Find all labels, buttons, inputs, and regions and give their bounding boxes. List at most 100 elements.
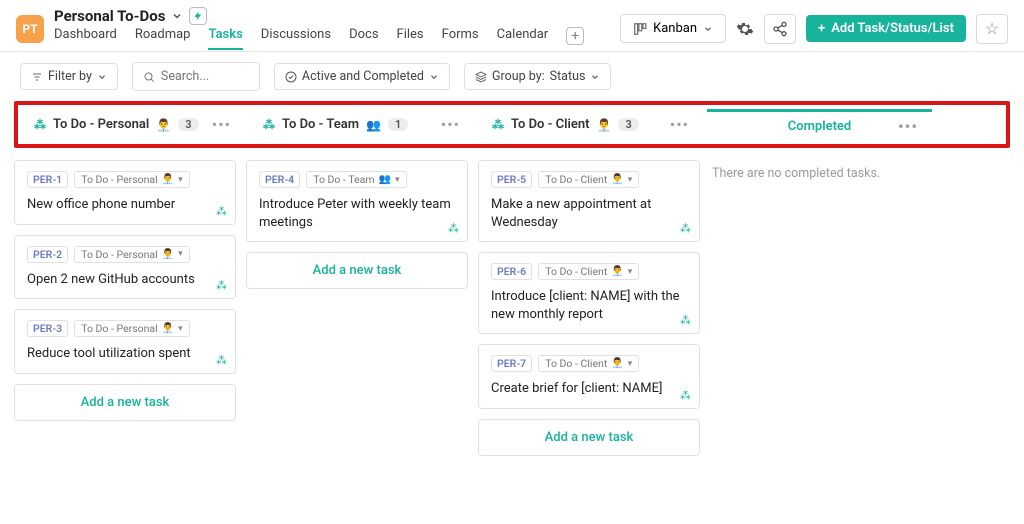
check-circle-icon xyxy=(285,71,297,83)
status-chip[interactable]: To Do - Client 👨‍💼 ▾ xyxy=(538,171,639,188)
share-button[interactable] xyxy=(764,14,796,44)
task-card[interactable]: PER-4 To Do - Team 👥 ▾ Introduce Peter w… xyxy=(246,160,468,242)
search-input[interactable] xyxy=(159,68,249,85)
column-headers-highlight: ⁂ To Do - Personal 👨‍💼 3 ••• ⁂ To Do - T… xyxy=(14,101,1010,148)
status-chip[interactable]: To Do - Personal 👨‍💼 ▾ xyxy=(74,320,189,337)
task-card[interactable]: PER-7 To Do - Client 👨‍💼 ▾ Create brief … xyxy=(478,344,700,409)
task-card[interactable]: PER-5 To Do - Client 👨‍💼 ▾ Make a new ap… xyxy=(478,160,700,242)
favorite-button[interactable]: ☆ xyxy=(976,14,1008,44)
chevron-down-icon[interactable] xyxy=(171,10,183,22)
status-filter-label: Active and Completed xyxy=(302,69,424,84)
group-icon: ⁂ xyxy=(34,118,46,132)
quick-action-icon[interactable] xyxy=(189,7,207,25)
task-title: New office phone number xyxy=(27,196,223,214)
tab-calendar[interactable]: Calendar xyxy=(497,27,549,50)
status-filter[interactable]: Active and Completed xyxy=(274,63,450,90)
task-id: PER-6 xyxy=(491,263,532,280)
assign-icon[interactable]: ⁂ xyxy=(680,222,691,235)
column-name: To Do - Personal xyxy=(53,117,149,132)
filter-label: Filter by xyxy=(48,69,92,84)
people-icon: 👥 xyxy=(379,174,391,185)
assign-icon[interactable]: ⁂ xyxy=(680,389,691,402)
column-personal: PER-1 To Do - Personal 👨‍💼 ▾ New office … xyxy=(14,160,236,456)
task-card[interactable]: PER-1 To Do - Personal 👨‍💼 ▾ New office … xyxy=(14,160,236,225)
tab-forms[interactable]: Forms xyxy=(442,27,479,50)
view-label: Kanban xyxy=(653,21,697,36)
task-card[interactable]: PER-3 To Do - Personal 👨‍💼 ▾ Reduce tool… xyxy=(14,309,236,374)
add-tab-icon[interactable]: + xyxy=(566,27,584,45)
people-icon: 👥 xyxy=(366,118,381,132)
project-avatar: PT xyxy=(16,15,44,43)
add-task-row[interactable]: Add a new task xyxy=(14,384,236,421)
column-name: Completed xyxy=(788,119,852,134)
assign-icon[interactable]: ⁂ xyxy=(448,222,459,235)
tab-dashboard[interactable]: Dashboard xyxy=(54,27,117,50)
column-header-completed[interactable]: Completed ••• xyxy=(707,109,932,140)
columns: PER-1 To Do - Personal 👨‍💼 ▾ New office … xyxy=(14,160,1010,456)
assign-icon[interactable]: ⁂ xyxy=(216,354,227,367)
column-name: To Do - Team xyxy=(282,117,359,132)
tab-files[interactable]: Files xyxy=(397,27,424,50)
project-title[interactable]: Personal To-Dos xyxy=(54,7,165,25)
nav-tabs: Dashboard Roadmap Tasks Discussions Docs… xyxy=(54,27,584,50)
tab-discussions[interactable]: Discussions xyxy=(261,27,331,50)
assign-icon[interactable]: ⁂ xyxy=(680,314,691,327)
column-header-personal[interactable]: ⁂ To Do - Personal 👨‍💼 3 ••• xyxy=(20,109,245,140)
plus-icon: + xyxy=(818,21,825,36)
task-card[interactable]: PER-6 To Do - Client 👨‍💼 ▾ Introduce [cl… xyxy=(478,252,700,334)
more-icon[interactable]: ••• xyxy=(898,117,918,136)
add-task-button[interactable]: + Add Task/Status/List xyxy=(806,15,966,42)
add-task-row[interactable]: Add a new task xyxy=(246,252,468,289)
task-card[interactable]: PER-2 To Do - Personal 👨‍💼 ▾ Open 2 new … xyxy=(14,235,236,300)
chevron-down-icon: ▾ xyxy=(395,175,400,185)
group-icon: ⁂ xyxy=(263,118,275,132)
search-box[interactable] xyxy=(132,62,260,91)
view-switcher[interactable]: Kanban xyxy=(620,14,726,43)
assign-icon[interactable]: ⁂ xyxy=(216,279,227,292)
share-icon xyxy=(772,21,788,37)
more-icon[interactable]: ••• xyxy=(441,115,460,134)
chevron-down-icon: ▾ xyxy=(628,175,633,185)
add-task-label: Add Task/Status/List xyxy=(831,21,954,36)
top-bar: PT Personal To-Dos Dashboard Roadmap Tas… xyxy=(0,0,1024,52)
task-title: Introduce Peter with weekly team meeting… xyxy=(259,196,455,231)
group-by[interactable]: Group by: Status xyxy=(464,63,611,90)
tab-roadmap[interactable]: Roadmap xyxy=(135,27,191,50)
column-header-client[interactable]: ⁂ To Do - Client 👨‍💼 3 ••• xyxy=(478,109,703,140)
task-title: Create brief for [client: NAME] xyxy=(491,380,687,398)
status-chip[interactable]: To Do - Personal 👨‍💼 ▾ xyxy=(74,171,189,188)
column-name: To Do - Client xyxy=(511,117,590,132)
count-badge: 3 xyxy=(618,118,638,131)
task-id: PER-1 xyxy=(27,171,68,188)
person-icon: 👨‍💼 xyxy=(611,358,623,369)
more-icon[interactable]: ••• xyxy=(670,115,689,134)
chevron-down-icon: ▾ xyxy=(178,175,183,185)
chevron-down-icon xyxy=(97,72,107,82)
group-by-value: Status xyxy=(550,69,586,84)
column-header-team[interactable]: ⁂ To Do - Team 👥 1 ••• xyxy=(249,109,474,140)
status-chip[interactable]: To Do - Client 👨‍💼 ▾ xyxy=(538,263,639,280)
chevron-down-icon: ▾ xyxy=(178,324,183,334)
count-badge: 1 xyxy=(388,118,408,131)
group-by-label: Group by: xyxy=(492,69,545,84)
chevron-down-icon xyxy=(590,72,600,82)
tab-tasks[interactable]: Tasks xyxy=(208,27,242,50)
person-icon: 👨‍💼 xyxy=(597,118,612,132)
tab-docs[interactable]: Docs xyxy=(349,27,378,50)
chevron-down-icon xyxy=(703,24,713,34)
filter-button[interactable]: Filter by xyxy=(20,63,118,90)
title-block: Personal To-Dos Dashboard Roadmap Tasks … xyxy=(54,7,584,50)
add-task-row[interactable]: Add a new task xyxy=(478,419,700,456)
more-icon[interactable]: ••• xyxy=(212,115,231,134)
group-icon: ⁂ xyxy=(492,118,504,132)
status-chip[interactable]: To Do - Team 👥 ▾ xyxy=(306,171,406,188)
empty-state: There are no completed tasks. xyxy=(710,160,932,187)
task-id: PER-3 xyxy=(27,320,68,337)
status-chip[interactable]: To Do - Personal 👨‍💼 ▾ xyxy=(74,246,189,263)
assign-icon[interactable]: ⁂ xyxy=(216,205,227,218)
gear-icon[interactable] xyxy=(736,20,754,38)
star-icon: ☆ xyxy=(985,19,999,38)
person-icon: 👨‍💼 xyxy=(162,174,174,185)
status-chip[interactable]: To Do - Client 👨‍💼 ▾ xyxy=(538,355,639,372)
task-id: PER-4 xyxy=(259,171,300,188)
